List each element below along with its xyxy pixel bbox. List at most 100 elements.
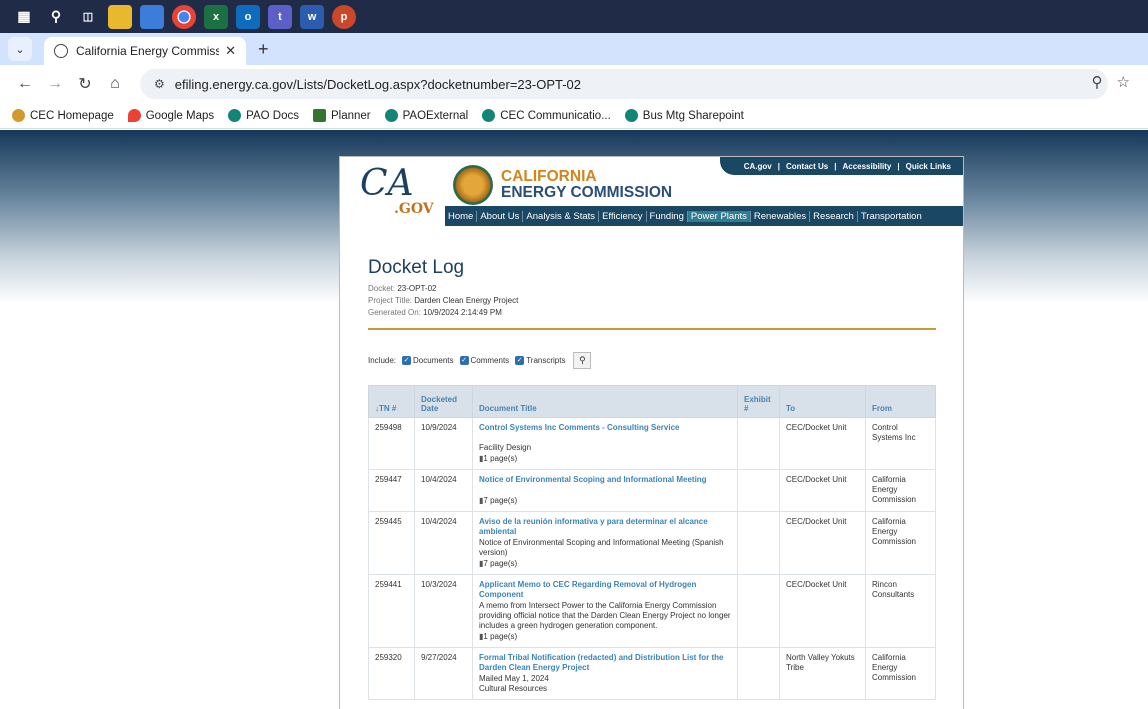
bookmark-paoexternal[interactable]: PAOExternal — [384, 109, 468, 122]
outlook-icon[interactable]: o — [236, 4, 260, 29]
bookmark-bus-mtg-sharepoint[interactable]: Bus Mtg Sharepoint — [624, 109, 744, 122]
sharepoint-icon — [384, 109, 398, 122]
nav-efficiency[interactable]: Efficiency — [599, 210, 647, 222]
transcripts-checkbox[interactable]: ✓ — [515, 356, 525, 365]
close-icon[interactable]: ✕ — [225, 43, 236, 59]
home-icon[interactable]: ⌂ — [102, 71, 128, 97]
main-nav: Home About Us Analysis & Stats Efficienc… — [445, 206, 963, 226]
windows-icon[interactable]: ▦ — [12, 5, 36, 29]
table-row: 259441 10/3/2024 Applicant Memo to CEC R… — [368, 574, 936, 648]
windows-taskbar: ▦ ⚲ ◫ x o t w p — [0, 0, 1148, 33]
page-count: 7 page(s) — [479, 496, 731, 506]
col-tn[interactable]: ↓TN # — [368, 385, 415, 418]
page-title: Docket Log — [368, 257, 465, 278]
address-bar[interactable]: ⚙ efiling.energy.ca.gov/Lists/DocketLog.… — [140, 69, 1108, 99]
link-quick-links[interactable]: Quick Links — [906, 162, 951, 171]
site-settings-icon[interactable]: ⚙ — [154, 77, 165, 91]
table-row: 259445 10/4/2024 Aviso de la reunión inf… — [368, 511, 936, 575]
nav-power-plants[interactable]: Power Plants — [687, 210, 751, 222]
sharepoint-icon — [228, 109, 242, 122]
include-filters: Include: ✓ Documents ✓ Comments ✓ Transcrip… — [368, 352, 936, 369]
document-link[interactable]: Applicant Memo to CEC Regarding Removal … — [479, 580, 731, 600]
divider — [368, 328, 936, 330]
link-accessibility[interactable]: Accessibility — [842, 162, 891, 171]
utility-links: CA.gov | Contact Us | Accessibility | Qu… — [719, 157, 963, 175]
page-viewport: CA .GOV CALIFORNIA ENERGY COMMISSION CA.g… — [0, 130, 1148, 709]
bookmarks-bar: CEC Homepage Google Maps PAO Docs Planne… — [0, 103, 1148, 129]
docket-number: 23-OPT-02 — [397, 284, 437, 293]
docket-log-table: ↓TN # Docketed Date Document Title Exhib… — [368, 385, 936, 700]
zoom-icon[interactable]: ⚲ — [1092, 73, 1103, 91]
word-icon[interactable]: w — [300, 4, 324, 29]
new-tab-button[interactable]: + — [258, 39, 269, 60]
cec-icon — [12, 109, 25, 122]
browser-toolbar: ← → ↻ ⌂ ⚙ efiling.energy.ca.gov/Lists/Do… — [0, 65, 1148, 103]
reload-icon[interactable]: ↻ — [72, 71, 98, 97]
col-document-title[interactable]: Document Title — [472, 385, 738, 418]
bookmark-cec-homepage[interactable]: CEC Homepage — [12, 109, 114, 122]
tab-search-button[interactable]: ⌄ — [8, 37, 32, 61]
comments-checkbox[interactable]: ✓ — [459, 356, 469, 365]
generated-on: 10/9/2024 2:14:49 PM — [423, 308, 502, 317]
file-explorer-icon[interactable] — [108, 4, 132, 29]
bookmark-google-maps[interactable]: Google Maps — [127, 109, 214, 122]
bookmark-star-icon[interactable]: ☆ — [1117, 73, 1130, 91]
table-row: 259320 9/27/2024 Formal Tribal Notificat… — [368, 647, 936, 700]
nav-transportation[interactable]: Transportation — [858, 211, 925, 222]
browser-tab-strip: ⌄ California Energy Commission : ✕ + — [0, 33, 1148, 65]
document-link[interactable]: Aviso de la reunión informativa y para d… — [479, 517, 731, 537]
search-icon[interactable]: ⚲ — [44, 5, 68, 29]
nav-home[interactable]: Home — [445, 210, 478, 222]
search-button[interactable]: ⚲ — [573, 352, 592, 369]
bookmark-pao-docs[interactable]: PAO Docs — [228, 109, 299, 122]
table-row: 259447 10/4/2024 Notice of Environmental… — [368, 469, 936, 512]
globe-icon — [54, 44, 68, 58]
document-link[interactable]: Control Systems Inc Comments - Consultin… — [479, 423, 731, 433]
powerpoint-icon[interactable]: p — [332, 4, 356, 29]
sharepoint-icon — [482, 109, 496, 122]
bookmark-cec-communications[interactable]: CEC Communicatio... — [482, 109, 611, 122]
project-title: Darden Clean Energy Project — [414, 296, 519, 305]
teams-icon[interactable]: t — [268, 4, 292, 29]
nav-renewables[interactable]: Renewables — [751, 210, 811, 222]
docket-meta: Docket: 23-OPT-02 Project Title: Darden … — [368, 284, 519, 317]
nav-funding[interactable]: Funding — [647, 210, 688, 222]
app-icon[interactable] — [140, 4, 164, 29]
tab-title: California Energy Commission : — [76, 44, 220, 58]
org-name[interactable]: CALIFORNIA ENERGY COMMISSION — [501, 169, 672, 201]
col-docketed-date[interactable]: Docketed Date — [414, 385, 473, 418]
sharepoint-icon — [624, 109, 638, 122]
map-pin-icon — [127, 109, 141, 122]
browser-tab-active[interactable]: California Energy Commission : ✕ — [44, 37, 246, 65]
col-to[interactable]: To — [779, 385, 866, 418]
nav-research[interactable]: Research — [810, 210, 858, 222]
excel-icon[interactable]: x — [204, 4, 228, 29]
back-icon[interactable]: ← — [12, 71, 38, 97]
documents-checkbox[interactable]: ✓ — [402, 356, 412, 365]
col-exhibit[interactable]: Exhibit # — [737, 385, 780, 418]
document-link[interactable]: Notice of Environmental Scoping and Info… — [479, 475, 731, 485]
table-row: 259498 10/9/2024 Control Systems Inc Com… — [368, 417, 936, 470]
cec-seal-icon — [453, 165, 493, 205]
site-container: CA .GOV CALIFORNIA ENERGY COMMISSION CA.g… — [339, 156, 964, 709]
planner-icon — [312, 109, 326, 122]
page-count: 1 page(s) — [479, 454, 731, 464]
link-contact-us[interactable]: Contact Us — [786, 162, 828, 171]
page-count: 7 page(s) — [479, 559, 731, 569]
nav-about-us[interactable]: About Us — [477, 210, 524, 222]
link-ca-gov[interactable]: CA.gov — [744, 162, 772, 171]
nav-analysis-stats[interactable]: Analysis & Stats — [523, 210, 600, 222]
document-link[interactable]: Formal Tribal Notification (redacted) an… — [479, 653, 731, 673]
url-text: efiling.energy.ca.gov/Lists/DocketLog.as… — [174, 76, 582, 92]
forward-icon[interactable]: → — [42, 71, 68, 97]
ca-gov-logo[interactable]: CA .GOV — [360, 163, 434, 217]
col-from[interactable]: From — [865, 385, 936, 418]
main-content: Docket Log Docket: 23-OPT-02 Project Tit… — [368, 257, 936, 700]
table-header-row: ↓TN # Docketed Date Document Title Exhib… — [368, 385, 936, 418]
include-label: Include: — [368, 356, 397, 365]
chrome-icon[interactable] — [172, 4, 196, 29]
task-view-icon[interactable]: ◫ — [76, 5, 100, 29]
site-header: CA .GOV CALIFORNIA ENERGY COMMISSION CA.g… — [340, 157, 963, 229]
page-count: 1 page(s) — [479, 632, 731, 642]
bookmark-planner[interactable]: Planner — [312, 109, 371, 122]
